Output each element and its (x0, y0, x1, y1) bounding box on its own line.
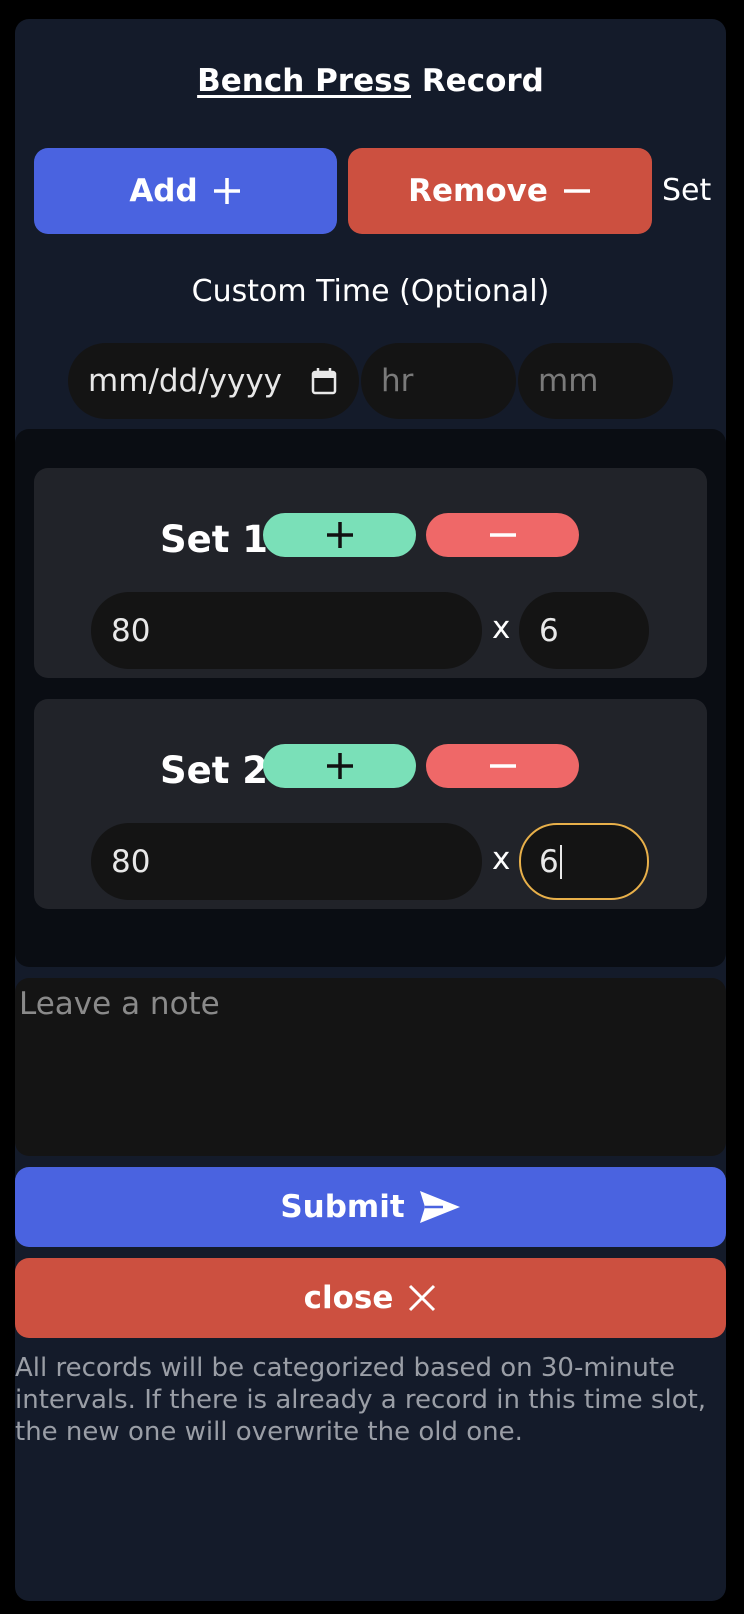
close-button[interactable]: close (15, 1258, 726, 1338)
times-symbol: x (492, 610, 511, 646)
close-label: close (303, 1280, 394, 1316)
record-modal: Bench Press Record Add Remove Set Custom… (15, 19, 726, 1601)
weight-value: 80 (111, 612, 151, 649)
remove-set-button[interactable]: Remove (348, 148, 652, 234)
minus-icon (563, 189, 590, 193)
exercise-name: Bench Press (197, 63, 412, 99)
submit-label: Submit (280, 1189, 405, 1225)
note-textarea[interactable]: Leave a note (15, 978, 726, 1156)
plus-icon (326, 753, 353, 779)
close-icon (409, 1284, 436, 1312)
reps-input[interactable]: 6 (519, 823, 649, 900)
date-placeholder: mm/dd/yyyy (88, 363, 283, 399)
title-suffix: Record (421, 63, 544, 99)
submit-button[interactable]: Submit (15, 1167, 726, 1247)
plus-icon (326, 522, 353, 548)
hour-placeholder: hr (381, 363, 414, 399)
calendar-icon[interactable] (311, 367, 337, 395)
hour-input[interactable]: hr (361, 343, 516, 419)
set-decrement-button[interactable] (426, 513, 579, 557)
set-card: Set 1 80 x 6 (34, 468, 707, 678)
sets-panel: Set 1 80 x 6 Set 2 80 x 6 (15, 429, 726, 967)
plus-icon (213, 178, 240, 204)
set-label: Set (662, 173, 712, 208)
minute-input[interactable]: mm (518, 343, 673, 419)
weight-input[interactable]: 80 (91, 592, 482, 669)
minus-icon (489, 764, 516, 768)
reps-value: 6 (539, 843, 559, 880)
remove-set-label: Remove (408, 173, 548, 209)
custom-time-label: Custom Time (Optional) (191, 274, 550, 309)
send-icon (419, 1191, 460, 1223)
footnote-text: All records will be categorized based on… (15, 1353, 707, 1447)
reps-input[interactable]: 6 (519, 592, 649, 669)
set-decrement-button[interactable] (426, 744, 579, 788)
page-title: Bench Press Record (15, 61, 726, 101)
set-card: Set 2 80 x 6 (34, 699, 707, 909)
set-title: Set 1 (160, 518, 269, 561)
text-caret (559, 844, 562, 879)
note-placeholder: Leave a note (19, 986, 220, 1022)
minute-placeholder: mm (538, 363, 599, 399)
minus-icon (489, 533, 516, 537)
date-input[interactable]: mm/dd/yyyy (68, 343, 359, 419)
set-increment-button[interactable] (263, 513, 416, 557)
add-set-label: Add (129, 173, 198, 209)
weight-value: 80 (111, 843, 151, 880)
set-title: Set 2 (160, 749, 269, 792)
reps-value: 6 (539, 612, 559, 649)
add-set-button[interactable]: Add (34, 148, 337, 234)
weight-input[interactable]: 80 (91, 823, 482, 900)
times-symbol: x (492, 841, 511, 877)
set-increment-button[interactable] (263, 744, 416, 788)
